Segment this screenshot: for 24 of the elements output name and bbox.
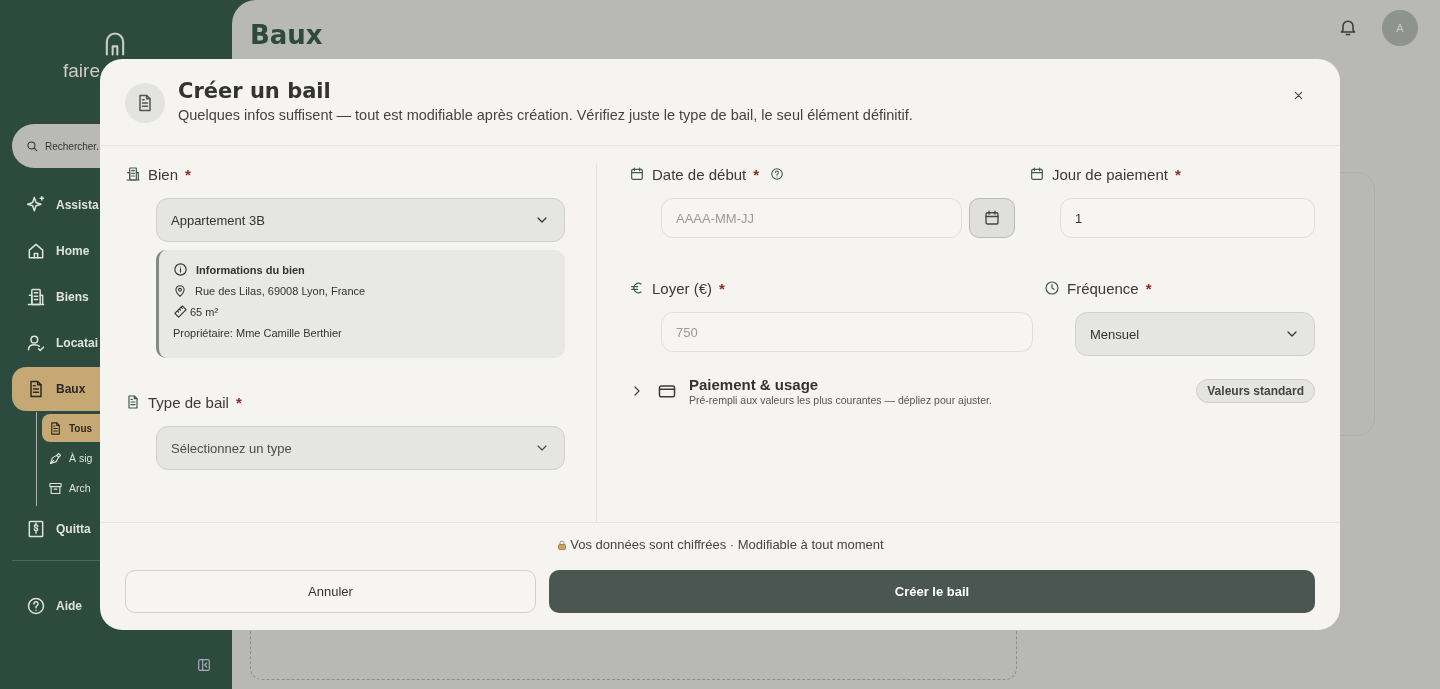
field-label: Fréquence (1067, 279, 1139, 297)
field-label: Bien (148, 165, 179, 183)
required-mark: * (185, 165, 191, 183)
dialog-title: Créer un bail (178, 79, 332, 103)
info-title: Informations du bien (196, 263, 305, 276)
security-note: Vos données sont chiffrées · Modifiable à tout moment (570, 537, 884, 552)
status-badge: Valeurs standard (1196, 379, 1315, 403)
section-title: Paiement & usage (689, 376, 820, 393)
address-text: Rue des Lilas, 69008 Lyon, France (195, 284, 366, 297)
area-text: 65 m² (190, 305, 219, 318)
section-subtitle: Pré-rempli aux valeurs les plus courantes — dépliez pour ajuster. (689, 394, 993, 406)
page-title: Baux (250, 20, 323, 50)
logo-text: faire (63, 60, 100, 82)
required-mark: * (235, 393, 242, 411)
required-mark: * (1174, 165, 1181, 183)
required-mark: * (753, 165, 760, 183)
required-mark: * (719, 279, 725, 297)
field-label: Jour de paiement (1052, 165, 1168, 183)
field-label: Type de bail (148, 393, 229, 411)
required-mark: * (1145, 279, 1152, 297)
field-label: Loyer (€) (652, 279, 713, 297)
field-label: Date de début (652, 165, 747, 183)
dialog-subtitle: Quelques infos suffisent — tout est modifiable après création. Vérifiez juste le type de bail, le seul élément définitif. (178, 107, 914, 123)
owner-text: Propriétaire: Mme Camille Berthier (173, 326, 342, 339)
